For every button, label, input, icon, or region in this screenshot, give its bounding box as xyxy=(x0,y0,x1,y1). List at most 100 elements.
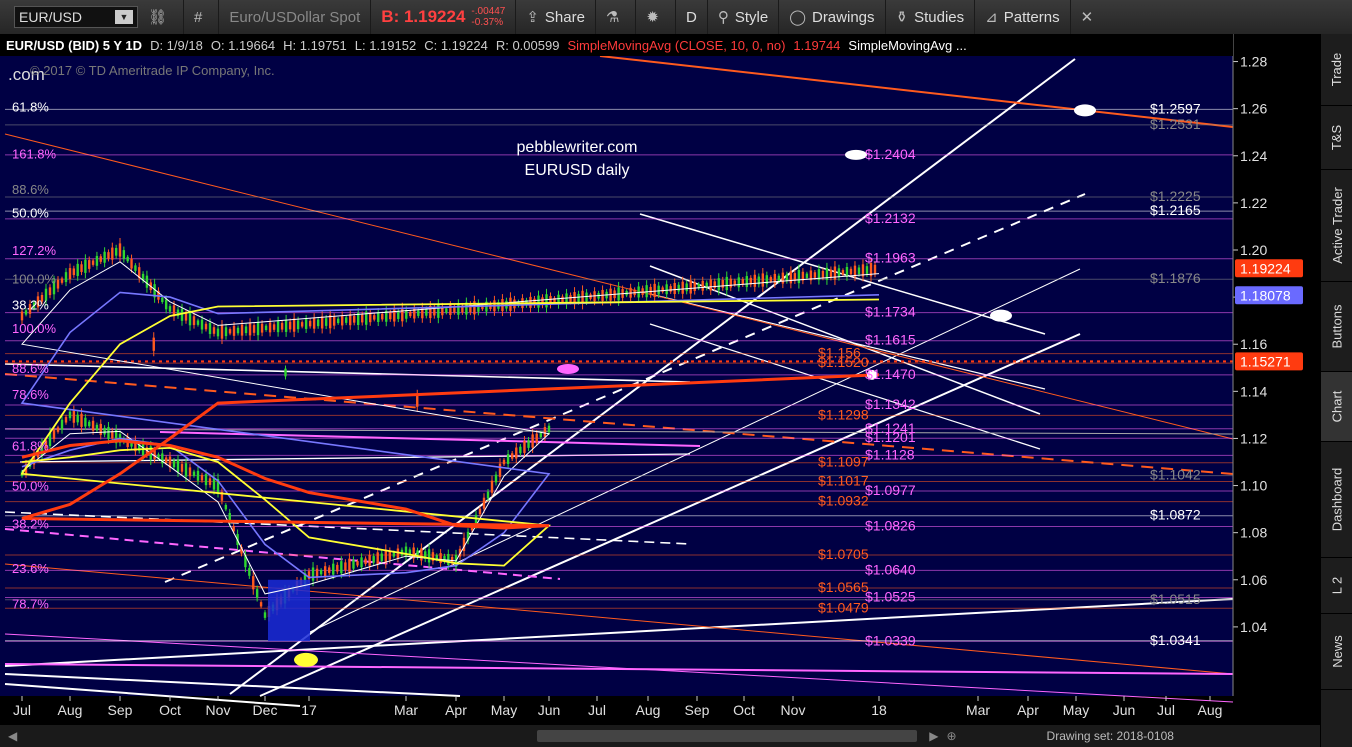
patterns-button[interactable]: ⊿ Patterns xyxy=(975,0,1071,34)
price-level-label: $1.2165 xyxy=(1150,202,1201,218)
chart-toolbar: EUR/USD ▼ ⛓ # Euro/USDollar Spot B: 1.19… xyxy=(0,0,1352,35)
candle-body xyxy=(192,471,196,476)
study1-value: 1.19744 xyxy=(793,37,841,53)
header-date: D: 1/9/18 xyxy=(150,37,203,53)
settings-button[interactable]: ✹ xyxy=(636,0,676,34)
price-level-label: $1.0565 xyxy=(818,579,869,595)
close-button[interactable]: ✕ xyxy=(1071,0,1110,34)
price-level-label: $1.1520 xyxy=(818,354,869,370)
candle-body xyxy=(457,303,460,315)
price-level-label: $1.0826 xyxy=(865,518,916,534)
marker-ellipse xyxy=(294,652,318,667)
candle-body xyxy=(56,427,60,432)
tab-ts[interactable]: T&S xyxy=(1321,106,1352,170)
horizontal-scrollbar[interactable] xyxy=(537,730,918,742)
price-level-label: $1.1097 xyxy=(818,454,869,470)
candle-body xyxy=(527,440,530,448)
candle-body xyxy=(689,280,692,294)
tab-news[interactable]: News xyxy=(1321,614,1352,690)
tab-active-trader[interactable]: Active Trader xyxy=(1321,170,1352,282)
interval-button[interactable]: D xyxy=(676,0,708,34)
tab-active-trader-label: Active Trader xyxy=(1329,187,1345,264)
candle-body xyxy=(134,265,137,271)
price-level-label: $1.0525 xyxy=(865,588,916,604)
chevron-down-icon[interactable]: ▼ xyxy=(115,10,133,24)
price-level-label: $1.2132 xyxy=(865,210,916,226)
zoom-icon[interactable]: ⊕ xyxy=(946,729,956,743)
style-label: Style xyxy=(734,8,769,26)
fib-label: 38.2% xyxy=(12,516,49,531)
patterns-icon: ⊿ xyxy=(985,9,998,26)
candle-body xyxy=(126,256,129,262)
style-button[interactable]: ⚲ Style xyxy=(708,0,780,34)
candle-body xyxy=(669,286,672,292)
candle-body xyxy=(95,424,99,431)
header-range: R: 0.00599 xyxy=(495,37,560,53)
share-button[interactable]: ⇪ Share xyxy=(516,0,596,34)
price-level-label: $1.1042 xyxy=(1150,467,1201,483)
tab-dashboard-label: Dashboard xyxy=(1329,467,1345,532)
scroll-right-icon[interactable]: ▶ xyxy=(929,729,938,743)
candle-body xyxy=(873,264,877,274)
fib-label: 50.0% xyxy=(12,479,49,494)
candle-body xyxy=(224,327,228,337)
studies-button[interactable]: ⚱ Studies xyxy=(886,0,976,34)
candle-body xyxy=(280,322,284,330)
drawings-button[interactable]: ◯ Drawings xyxy=(779,0,886,34)
candle-body xyxy=(168,306,172,312)
study1-name[interactable]: SimpleMovingAvg (CLOSE, 10, 0, no) xyxy=(567,38,785,53)
share-label: Share xyxy=(544,8,585,26)
candle-body xyxy=(263,612,267,618)
candle-body xyxy=(240,324,244,336)
candle-body xyxy=(84,417,87,427)
scroll-left-icon[interactable]: ◀ xyxy=(8,729,17,743)
candle-body xyxy=(425,309,428,316)
style-icon: ⚲ xyxy=(717,9,729,26)
candle-body xyxy=(236,327,240,334)
marker-ellipse xyxy=(557,363,579,374)
candle-body xyxy=(389,312,392,320)
candle-body xyxy=(56,279,60,289)
candle-body xyxy=(76,263,79,276)
candle-body xyxy=(733,280,736,285)
candle-body xyxy=(577,293,580,302)
studies-label: Studies xyxy=(914,8,965,26)
candle-body xyxy=(204,323,208,330)
candle-body xyxy=(232,325,236,336)
candle-body xyxy=(661,287,664,292)
study2-name[interactable]: SimpleMovingAvg ... xyxy=(848,38,966,53)
price-level-label: $1.1734 xyxy=(865,304,916,320)
marker-ellipse xyxy=(990,309,1012,322)
candle-body xyxy=(88,421,91,427)
tab-chart[interactable]: Chart xyxy=(1321,372,1352,442)
candle-body xyxy=(259,602,263,607)
tab-trade[interactable]: Trade xyxy=(1321,34,1352,106)
price-badge-label: 1.19224 xyxy=(1240,260,1291,276)
chart-area[interactable]: $1.2597 $1.2531 $1.2404 $1.2225 $1.2165 $1.21… xyxy=(0,34,1320,725)
flask-button[interactable]: ⚗ xyxy=(596,0,637,34)
price-level-label: $1.0872 xyxy=(1150,507,1201,523)
candle-body xyxy=(152,337,155,351)
candle-body xyxy=(103,427,106,435)
tab-buttons[interactable]: Buttons xyxy=(1321,282,1352,372)
hash-icon[interactable]: # xyxy=(194,9,202,26)
close-icon: ✕ xyxy=(1080,9,1094,26)
candle-body xyxy=(68,411,72,419)
link-icon[interactable]: ⛓ xyxy=(148,8,167,26)
candle-body xyxy=(145,275,149,288)
y-tick-label: 1.28 xyxy=(1240,54,1267,70)
candle-body xyxy=(255,589,259,598)
tab-l2[interactable]: L 2 xyxy=(1321,558,1352,614)
price-chart[interactable]: $1.2597$1.2531$1.2404$1.2225$1.2165$1.21… xyxy=(0,34,1320,725)
symbol-text: EUR/USD xyxy=(19,9,83,25)
price-level-label: $1.1017 xyxy=(818,473,869,489)
tab-dashboard[interactable]: Dashboard xyxy=(1321,442,1352,558)
chart-header: EUR/USD (BID) 5 Y 1D D: 1/9/18 O: 1.1966… xyxy=(0,34,1233,56)
candle-body xyxy=(685,283,688,292)
candle-body xyxy=(252,576,255,590)
drawing-set-label[interactable]: Drawing set: 2018-0108 xyxy=(1047,729,1174,743)
share-icon: ⇪ xyxy=(526,9,539,26)
y-tick-label: 1.10 xyxy=(1240,478,1267,494)
symbol-input[interactable]: EUR/USD ▼ xyxy=(14,6,138,28)
candle-body xyxy=(272,324,276,330)
